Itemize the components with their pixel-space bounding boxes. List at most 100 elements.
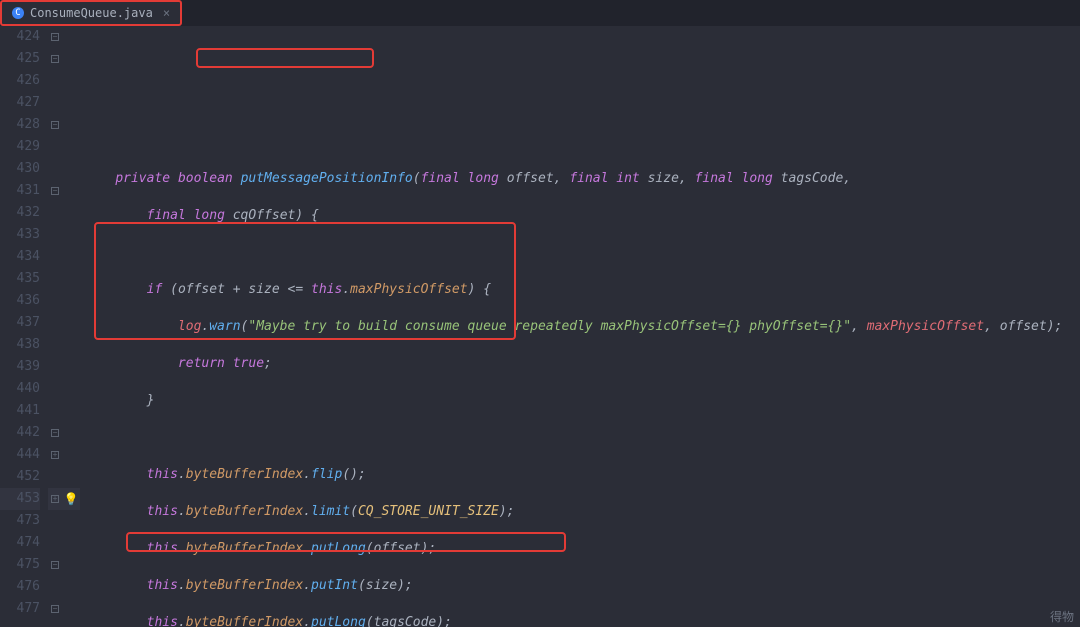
- tab-bar: C ConsumeQueue.java ×: [0, 0, 1080, 26]
- code-line: [84, 427, 1080, 449]
- code-line: }: [84, 390, 1080, 412]
- gutter-cell: [62, 532, 80, 554]
- gutter-cell: [62, 378, 80, 400]
- code-line: [84, 242, 1080, 264]
- code-line: private boolean putMessagePositionInfo(f…: [84, 168, 1080, 190]
- line-number: 432: [0, 202, 40, 224]
- fold-marker[interactable]: −: [48, 598, 62, 620]
- fold-marker[interactable]: [48, 400, 62, 422]
- line-number: 453: [0, 488, 40, 510]
- fold-marker[interactable]: [48, 334, 62, 356]
- fold-marker[interactable]: −: [48, 180, 62, 202]
- fold-gutter[interactable]: −−−−−++−−: [48, 26, 62, 627]
- gutter-cell: [62, 444, 80, 466]
- line-number: 444: [0, 444, 40, 466]
- tab-filename: ConsumeQueue.java: [30, 6, 153, 20]
- gutter-cell: [62, 356, 80, 378]
- gutter-cell: [62, 158, 80, 180]
- editor-pane[interactable]: 4244254264274284294304314324334344354364…: [0, 26, 1080, 627]
- gutter-cell: [62, 400, 80, 422]
- gutter-cell: [62, 224, 80, 246]
- annotation-box-method-name: [196, 48, 374, 68]
- line-number: 434: [0, 246, 40, 268]
- fold-marker[interactable]: [48, 268, 62, 290]
- gutter-cell: [62, 48, 80, 70]
- code-line: log.warn("Maybe try to build consume que…: [84, 316, 1080, 338]
- line-number: 436: [0, 290, 40, 312]
- fold-marker[interactable]: −: [48, 26, 62, 48]
- line-number: 476: [0, 576, 40, 598]
- line-number: 475: [0, 554, 40, 576]
- gutter-cell: [62, 114, 80, 136]
- line-number: 439: [0, 356, 40, 378]
- fold-marker[interactable]: +: [48, 444, 62, 466]
- line-number: 442: [0, 422, 40, 444]
- line-number: 440: [0, 378, 40, 400]
- code-line: if (offset + size <= this.maxPhysicOffse…: [84, 279, 1080, 301]
- gutter-cell: [62, 554, 80, 576]
- line-number: 431: [0, 180, 40, 202]
- gutter-cell: [62, 136, 80, 158]
- fold-marker[interactable]: [48, 246, 62, 268]
- code-line: this.byteBufferIndex.putLong(offset);: [84, 538, 1080, 560]
- fold-marker[interactable]: [48, 466, 62, 488]
- line-number-gutter: 4244254264274284294304314324334344354364…: [0, 26, 48, 627]
- line-number: 438: [0, 334, 40, 356]
- gutter-cell: [62, 576, 80, 598]
- code-line: this.byteBufferIndex.flip();: [84, 464, 1080, 486]
- line-number: 428: [0, 114, 40, 136]
- fold-marker[interactable]: [48, 202, 62, 224]
- gutter-cell: [62, 70, 80, 92]
- fold-marker[interactable]: −: [48, 48, 62, 70]
- gutter-cell: [62, 180, 80, 202]
- gutter-cell: [62, 510, 80, 532]
- watermark: 得物: [1050, 608, 1074, 625]
- gutter-cell: [62, 202, 80, 224]
- intention-bulb-icon[interactable]: 💡: [64, 492, 79, 506]
- line-number: 474: [0, 532, 40, 554]
- gutter-cell: 💡: [62, 488, 80, 510]
- line-number: 433: [0, 224, 40, 246]
- line-number: 424: [0, 26, 40, 48]
- gutter-cell: [62, 598, 80, 620]
- line-number: 430: [0, 158, 40, 180]
- line-number: 441: [0, 400, 40, 422]
- java-class-icon: C: [12, 7, 24, 19]
- gutter-cell: [62, 422, 80, 444]
- code-line: this.byteBufferIndex.limit(CQ_STORE_UNIT…: [84, 501, 1080, 523]
- gutter-cell: [62, 26, 80, 48]
- code-area[interactable]: private boolean putMessagePositionInfo(f…: [80, 26, 1080, 627]
- code-line: return true;: [84, 353, 1080, 375]
- fold-marker[interactable]: [48, 224, 62, 246]
- fold-marker[interactable]: [48, 158, 62, 180]
- fold-marker[interactable]: +: [48, 488, 62, 510]
- fold-marker[interactable]: [48, 510, 62, 532]
- fold-marker[interactable]: [48, 532, 62, 554]
- fold-marker[interactable]: [48, 92, 62, 114]
- code-line: final long cqOffset) {: [84, 205, 1080, 227]
- fold-marker[interactable]: [48, 70, 62, 92]
- line-number: 426: [0, 70, 40, 92]
- fold-marker[interactable]: [48, 378, 62, 400]
- line-number: 427: [0, 92, 40, 114]
- gutter-cell: [62, 466, 80, 488]
- line-number: 452: [0, 466, 40, 488]
- close-icon[interactable]: ×: [163, 6, 170, 20]
- line-number: 473: [0, 510, 40, 532]
- file-tab-consumequeue[interactable]: C ConsumeQueue.java ×: [0, 0, 182, 26]
- gutter-cell: [62, 290, 80, 312]
- line-number: 437: [0, 312, 40, 334]
- code-line: [84, 131, 1080, 153]
- bulb-gutter: 💡: [62, 26, 80, 627]
- gutter-cell: [62, 92, 80, 114]
- code-line: this.byteBufferIndex.putLong(tagsCode);: [84, 612, 1080, 627]
- fold-marker[interactable]: [48, 356, 62, 378]
- gutter-cell: [62, 334, 80, 356]
- fold-marker[interactable]: −: [48, 114, 62, 136]
- fold-marker[interactable]: [48, 576, 62, 598]
- fold-marker[interactable]: −: [48, 554, 62, 576]
- fold-marker[interactable]: [48, 312, 62, 334]
- fold-marker[interactable]: −: [48, 422, 62, 444]
- fold-marker[interactable]: [48, 136, 62, 158]
- fold-marker[interactable]: [48, 290, 62, 312]
